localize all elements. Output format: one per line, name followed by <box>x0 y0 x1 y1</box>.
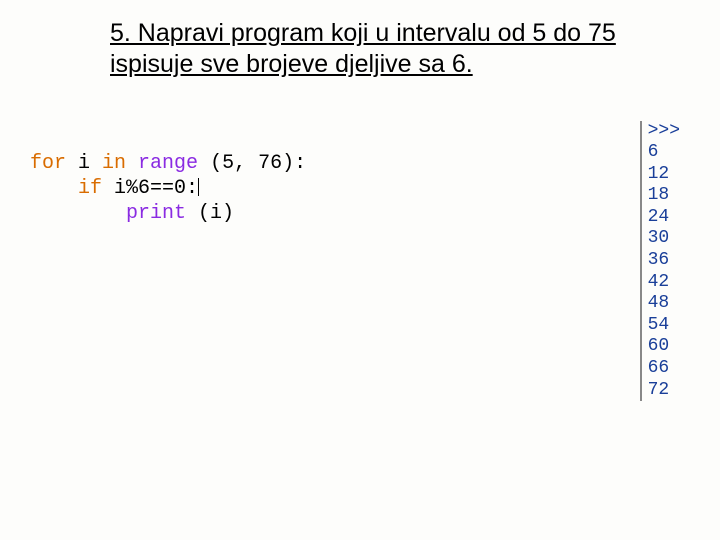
var-i: i <box>66 152 102 175</box>
kw-in: in <box>102 152 126 175</box>
print-args: (i) <box>186 202 234 225</box>
if-cond: i%6==0: <box>102 177 198 200</box>
output-line: 24 <box>648 207 680 229</box>
fn-range: range <box>126 152 198 175</box>
slide-container: 5. Napravi program koji u intervalu od 5… <box>0 0 720 540</box>
fn-print: print <box>126 202 186 225</box>
indent-1 <box>30 177 78 200</box>
indent-2 <box>30 202 126 225</box>
output-line: 36 <box>648 250 680 272</box>
output-line: 12 <box>648 164 680 186</box>
code-block: for i in range (5, 76): if i%6==0: print… <box>30 151 306 226</box>
output-line: 48 <box>648 293 680 315</box>
task-title: 5. Napravi program koji u intervalu od 5… <box>110 18 640 81</box>
output-line: 72 <box>648 380 680 402</box>
content-row: for i in range (5, 76): if i%6==0: print… <box>110 151 640 226</box>
output-block: >>> 6 12 18 24 30 36 42 48 54 60 66 72 <box>640 121 680 402</box>
output-line: 60 <box>648 336 680 358</box>
output-line: 66 <box>648 358 680 380</box>
output-line: 42 <box>648 272 680 294</box>
kw-for: for <box>30 152 66 175</box>
output-line: 54 <box>648 315 680 337</box>
output-line: 30 <box>648 228 680 250</box>
output-line: 18 <box>648 185 680 207</box>
text-cursor <box>198 178 199 196</box>
repl-prompt: >>> <box>648 121 680 143</box>
kw-if: if <box>78 177 102 200</box>
range-args: (5, 76): <box>198 152 306 175</box>
output-line: 6 <box>648 142 680 164</box>
